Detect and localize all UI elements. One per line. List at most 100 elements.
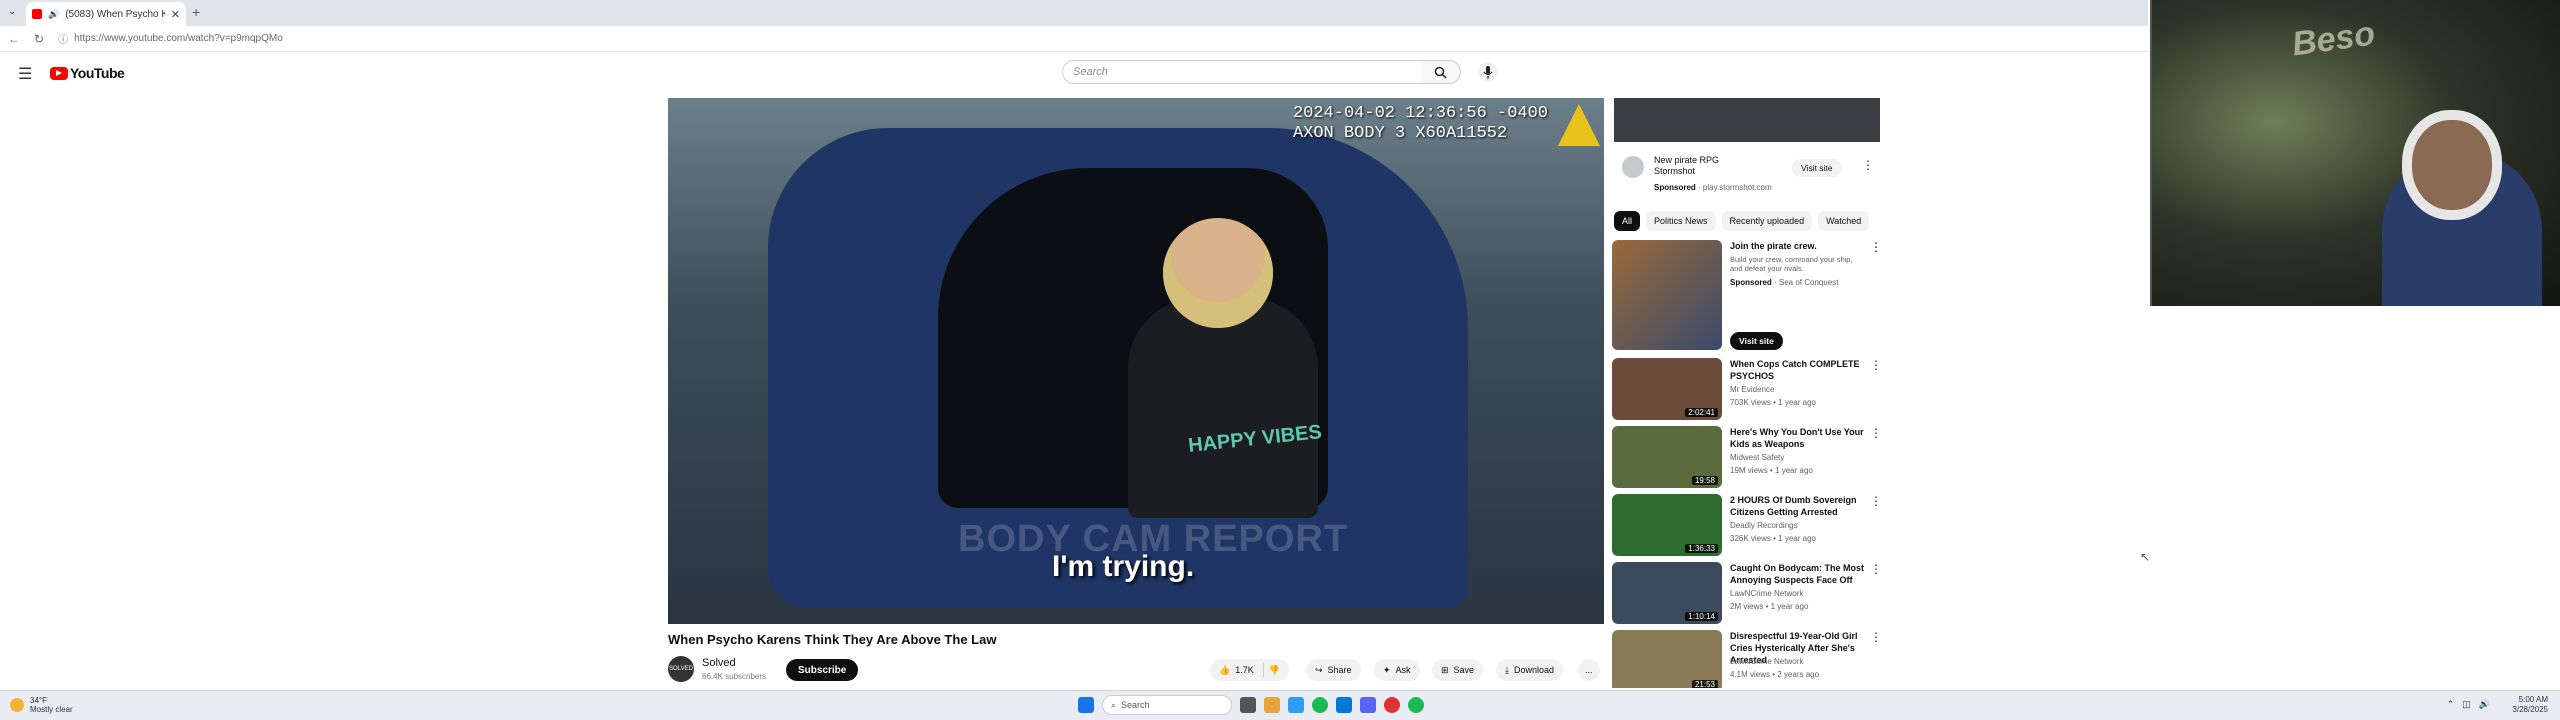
rec-thumbnail[interactable]: 21:53: [1612, 630, 1722, 688]
rec-thumbnail[interactable]: 19:58: [1612, 426, 1722, 488]
save-button[interactable]: ⊞ Save: [1432, 659, 1484, 681]
ask-button[interactable]: ✦ Ask: [1374, 659, 1420, 681]
save-label: Save: [1453, 665, 1475, 675]
rec-more-icon[interactable]: ⋮: [1870, 562, 1882, 576]
menu-icon[interactable]: ☰: [18, 64, 32, 84]
rec-channel[interactable]: Deadly Recordings: [1730, 521, 1798, 530]
network-icon[interactable]: ◫: [2462, 699, 2471, 710]
reload-icon[interactable]: ↻: [34, 32, 44, 46]
app-icon[interactable]: [1384, 697, 1400, 713]
speaker-icon[interactable]: 🔊: [48, 9, 59, 20]
weather-widget[interactable]: 34°F Mostly clear: [10, 696, 73, 714]
channel-avatar[interactable]: SOLVED: [668, 656, 694, 682]
ad-more-icon[interactable]: ⋮: [1862, 158, 1874, 172]
ad-title[interactable]: New pirate RPG Stormshot: [1654, 155, 1744, 177]
rec-channel[interactable]: Midwest Safety: [1730, 453, 1784, 462]
sponsored-card[interactable]: Join the pirate crew. Build your crew, c…: [1612, 240, 1882, 354]
back-icon[interactable]: ←: [8, 32, 20, 46]
rec-thumbnail[interactable]: 1:10:14: [1612, 562, 1722, 624]
store-icon[interactable]: [1336, 697, 1352, 713]
search-button[interactable]: [1421, 60, 1461, 84]
share-button[interactable]: ↪ Share: [1306, 659, 1361, 681]
thumbs-down-icon[interactable]: 👎: [1269, 665, 1280, 676]
rec-more-icon[interactable]: ⋮: [1870, 494, 1882, 508]
voice-search-button[interactable]: [1478, 62, 1498, 82]
rec-title[interactable]: 2 HOURS Of Dumb Sovereign Citizens Getti…: [1730, 494, 1864, 518]
chip-politics-news[interactable]: Politics News: [1646, 211, 1716, 231]
taskbar-search[interactable]: ⌕ Search: [1102, 695, 1232, 715]
site-info-icon[interactable]: ⓘ: [58, 31, 68, 46]
video-player[interactable]: HAPPY VIBES 2024-04-02 12:36:56 -0400 AX…: [668, 98, 1604, 624]
ad-banner[interactable]: [1614, 98, 1880, 142]
windows-start-icon[interactable]: [1078, 697, 1094, 713]
download-label: Download: [1513, 665, 1555, 675]
taskbar-apps: ⌕ Search: [1078, 695, 1424, 715]
rec-item[interactable]: 1:10:14 Caught On Bodycam: The Most Anno…: [1612, 562, 1882, 628]
new-tab-button[interactable]: +: [192, 4, 200, 20]
rec-item[interactable]: 1:36:33 2 HOURS Of Dumb Sovereign Citize…: [1612, 494, 1882, 560]
rec-more-icon[interactable]: ⋮: [1870, 426, 1882, 440]
search-icon: [1434, 66, 1447, 79]
system-tray: ⌃ ◫ 🔊: [2447, 699, 2490, 710]
subscribe-button[interactable]: Subscribe: [786, 659, 859, 681]
rec-channel[interactable]: Mr Evidence: [1730, 385, 1774, 394]
rec-more-icon[interactable]: ⋮: [1870, 630, 1882, 644]
volume-icon[interactable]: 🔊: [2479, 699, 2490, 710]
rec-title[interactable]: Caught On Bodycam: The Most Annoying Sus…: [1730, 562, 1864, 586]
chip-all[interactable]: All: [1614, 211, 1641, 231]
taskbar: 34°F Mostly clear ⌕ Search ⌃ ◫ 🔊 5:00 AM…: [0, 690, 2560, 720]
rec-meta: 326K views • 1 year ago: [1730, 534, 1816, 543]
tab-search-icon[interactable]: ⌄: [8, 6, 16, 17]
sponsored-source: Sea of Conquest: [1778, 278, 1839, 287]
task-view-icon[interactable]: [1240, 697, 1256, 713]
ad-visit-site-button[interactable]: Visit site: [1792, 159, 1842, 177]
person-head: [1163, 218, 1273, 328]
search-input[interactable]: Search: [1062, 60, 1422, 84]
tray-chevron-icon[interactable]: ⌃: [2447, 699, 2455, 710]
youtube-logo[interactable]: YouTube: [50, 65, 125, 81]
spotify-icon[interactable]: [1408, 697, 1424, 713]
rec-item[interactable]: 19:58 Here's Why You Don't Use Your Kids…: [1612, 426, 1882, 492]
rec-thumbnail[interactable]: 1:36:33: [1612, 494, 1722, 556]
more-actions-button[interactable]: ...: [1578, 659, 1600, 681]
rec-channel[interactable]: LawNCrime Network: [1730, 657, 1803, 666]
sponsored-more-icon[interactable]: ⋮: [1870, 240, 1882, 254]
browser-tab[interactable]: 🔊 (5083) When Psycho Karens T ✕: [26, 2, 186, 26]
bodycam-device: AXON BODY 3 X60A11552: [1292, 124, 1508, 143]
edge-icon[interactable]: [1288, 697, 1304, 713]
rec-title[interactable]: Here's Why You Don't Use Your Kids as We…: [1730, 426, 1864, 450]
chip-watched[interactable]: Watched: [1818, 211, 1870, 231]
sponsored-meta: Sponsored · Sea of Conquest: [1730, 278, 1839, 287]
download-button[interactable]: ⤓ Download: [1496, 659, 1564, 681]
rec-item[interactable]: 21:53 Disrespectful 19-Year-Old Girl Cri…: [1612, 630, 1882, 688]
advertiser-avatar: [1622, 156, 1644, 178]
rec-channel[interactable]: LawNCrime Network: [1730, 589, 1803, 598]
rec-duration: 21:53: [1691, 680, 1718, 688]
rec-item[interactable]: 2:02:41 When Cops Catch COMPLETE PSYCHOS…: [1612, 358, 1882, 424]
person-in-car: [1128, 298, 1318, 518]
youtube-logo-text: YouTube: [70, 65, 125, 81]
sponsored-thumbnail[interactable]: [1612, 240, 1722, 350]
sponsored-visit-site-button[interactable]: Visit site: [1730, 332, 1783, 350]
share-icon: ↪: [1315, 664, 1323, 675]
clock[interactable]: 5:00 AM 3/28/2025: [2512, 695, 2548, 715]
weather-condition: Mostly clear: [30, 705, 73, 714]
discord-icon[interactable]: [1360, 697, 1376, 713]
chip-recently-uploaded[interactable]: Recently uploaded: [1721, 211, 1813, 231]
like-button[interactable]: 👍 1.7K 👎: [1210, 659, 1289, 681]
sponsored-title: Join the pirate crew.: [1730, 241, 1817, 251]
rec-more-icon[interactable]: ⋮: [1870, 358, 1882, 372]
streamer-head: [2402, 110, 2502, 220]
rec-thumbnail[interactable]: 2:02:41: [1612, 358, 1722, 420]
close-tab-icon[interactable]: ✕: [171, 8, 180, 21]
rec-title[interactable]: When Cops Catch COMPLETE PSYCHOS: [1730, 358, 1864, 382]
address-bar[interactable]: ⓘ https://www.youtube.com/watch?v=p9mqpQ…: [58, 31, 283, 46]
channel-name[interactable]: Solved: [702, 657, 736, 669]
chrome-icon[interactable]: [1312, 697, 1328, 713]
file-explorer-icon[interactable]: [1264, 697, 1280, 713]
weather-icon: [10, 698, 24, 712]
sponsored-description: Build your crew, command your ship, and …: [1730, 255, 1853, 273]
rec-duration: 2:02:41: [1685, 408, 1718, 417]
axon-logo-icon: [1558, 104, 1600, 146]
browser-toolbar: ← ↻ ⓘ https://www.youtube.com/watch?v=p9…: [0, 26, 2148, 52]
